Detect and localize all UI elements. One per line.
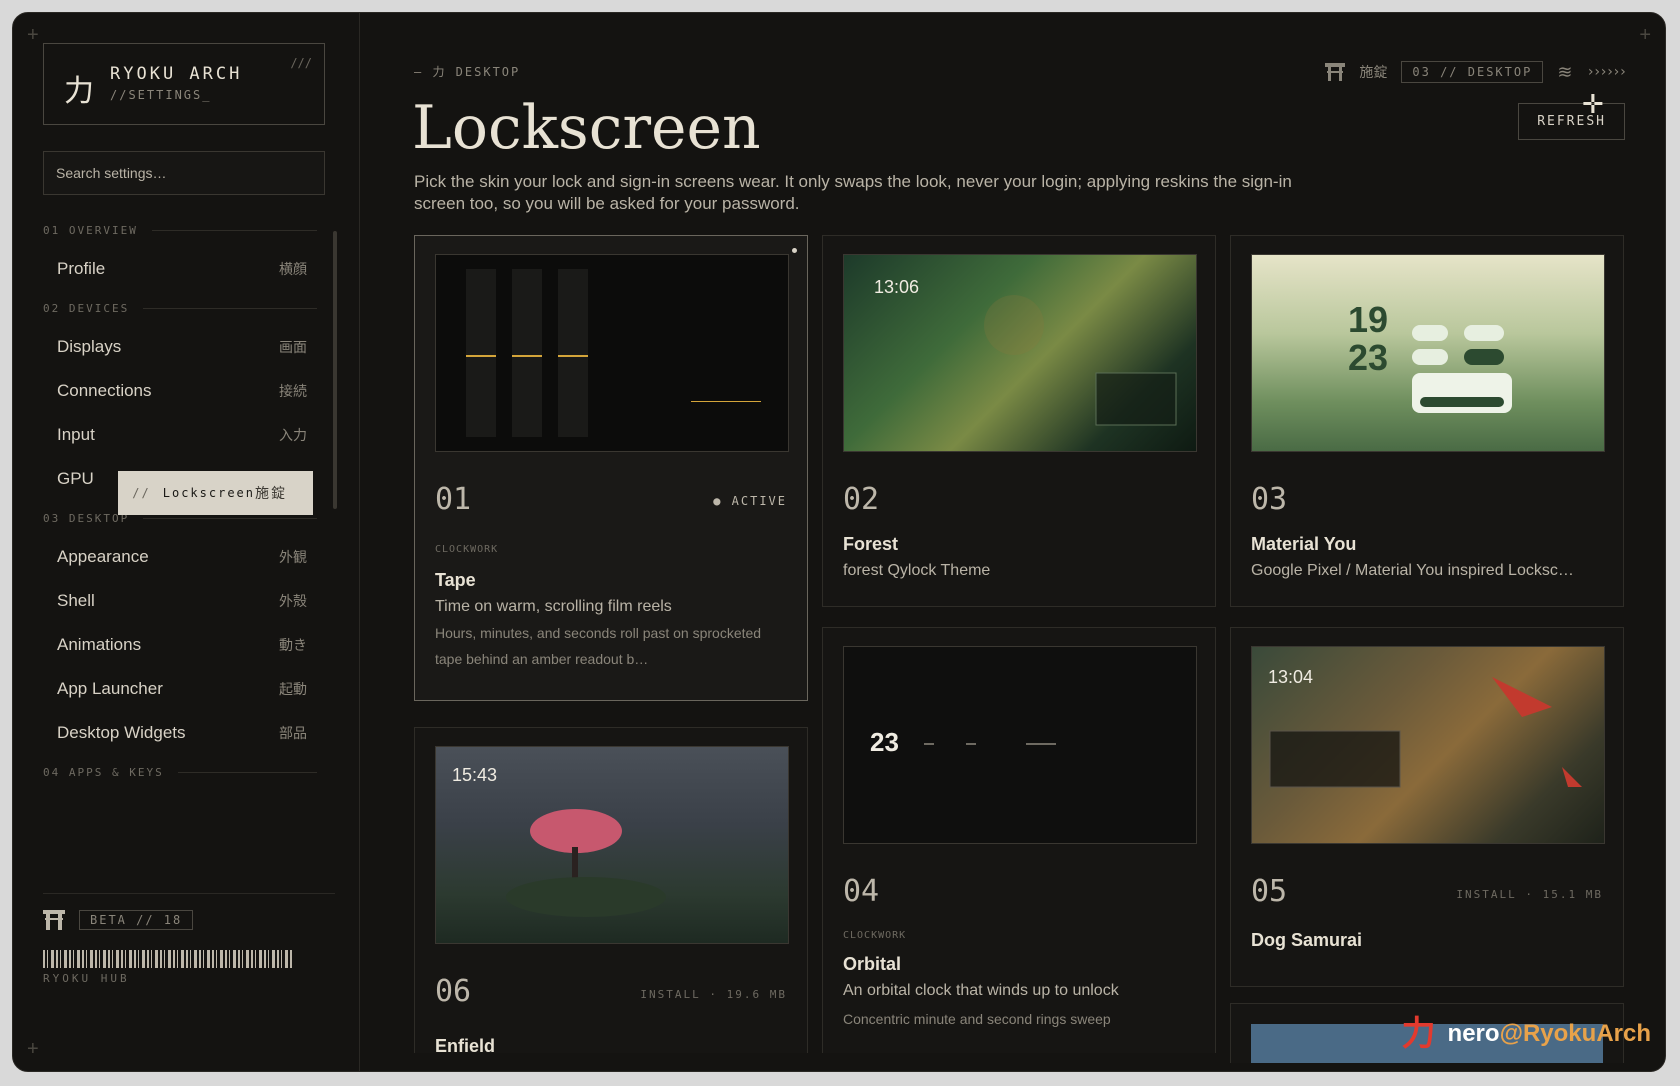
section-apps-keys: 04 APPS & KEYS bbox=[43, 755, 333, 789]
settings-window: + + + 力 RYOKU ARCH //SETTINGS_ /// 01 OV… bbox=[12, 12, 1666, 1072]
enfield-preview-graphic bbox=[506, 809, 666, 917]
skin-preview: 23 bbox=[843, 646, 1197, 844]
skin-subtitle: forest Qylock Theme bbox=[843, 562, 991, 579]
skin-number: 05 bbox=[1251, 874, 1288, 909]
skin-card-material-you[interactable]: 19 23 03 Material You Google Pixel / Mat… bbox=[1230, 235, 1624, 607]
sidebar: 力 RYOKU ARCH //SETTINGS_ /// 01 OVERVIEW… bbox=[13, 13, 360, 1071]
barcode-graphic bbox=[43, 950, 293, 968]
skin-number: 06 bbox=[435, 974, 472, 1009]
section-chip: 03 // DESKTOP bbox=[1401, 61, 1544, 83]
brand-box: 力 RYOKU ARCH //SETTINGS_ /// bbox=[43, 43, 325, 125]
page-title: Lockscreen bbox=[412, 93, 761, 163]
user-watermark: 力 nero@RyokuArch bbox=[1401, 1015, 1651, 1053]
skin-preview: 15:43 bbox=[435, 746, 789, 944]
skin-card-forest[interactable]: 13:06 02 Forest forest Qylock Theme bbox=[822, 235, 1216, 607]
skin-subtitle: Time on warm, scrolling film reels bbox=[435, 598, 672, 615]
skin-number: 01 bbox=[435, 482, 472, 517]
sidebar-footer: BETA // 18 RYOKU HUB bbox=[43, 893, 335, 985]
skin-card-tape[interactable]: 01 ● ACTIVE CLOCKWORK Tape Time on warm,… bbox=[414, 235, 808, 701]
skin-preview bbox=[435, 254, 789, 452]
tape-preview-graphic bbox=[466, 269, 761, 437]
nav-item-shell[interactable]: Shell 外殻 bbox=[43, 579, 333, 623]
skin-number: 03 bbox=[1251, 482, 1288, 517]
brand-glyph-icon: 力 bbox=[64, 75, 94, 108]
install-size[interactable]: INSTALL · 15.1 MB bbox=[1456, 888, 1603, 901]
section-devices: 02 DEVICES bbox=[43, 291, 333, 325]
skin-subtitle: Google Pixel / Material You inspired Loc… bbox=[1251, 562, 1574, 579]
hub-label: RYOKU HUB bbox=[43, 972, 130, 985]
skin-name: Orbital bbox=[843, 954, 902, 974]
skin-description: Hours, minutes, and seconds roll past on… bbox=[435, 625, 762, 667]
wave-icon: ≋ bbox=[1557, 61, 1573, 82]
nav-item-desktop-widgets[interactable]: Desktop Widgets 部品 bbox=[43, 711, 333, 755]
material-preview-graphic bbox=[1412, 325, 1512, 413]
cursor-crosshair-icon: ✛ bbox=[1582, 89, 1604, 119]
skin-number: 02 bbox=[843, 482, 880, 517]
selected-dot-icon bbox=[792, 248, 797, 253]
skin-preview: 13:06 bbox=[843, 254, 1197, 452]
top-status-bar: 施錠 03 // DESKTOP ≋ ›››››› bbox=[1325, 61, 1627, 83]
skin-name: Forest bbox=[843, 534, 899, 554]
arrows-indicator: ›››››› bbox=[1586, 64, 1627, 80]
samurai-preview-graphic bbox=[1269, 677, 1582, 788]
beta-badge: BETA // 18 bbox=[79, 910, 194, 930]
skin-preview: 13:04 bbox=[1251, 646, 1605, 844]
skin-card-orbital[interactable]: 23 04 CLOCKWORK Orbital An orbital clock… bbox=[822, 627, 1216, 1053]
skin-card-dog-samurai[interactable]: 13:04 05 INSTALL · 15.1 MB Dog Samurai bbox=[1230, 627, 1624, 987]
skin-card-enfield[interactable]: 15:43 06 INSTALL · 19.6 MB Enfield bbox=[414, 727, 808, 1053]
nav-item-appearance[interactable]: Appearance 外観 bbox=[43, 535, 333, 579]
forest-preview-graphic bbox=[984, 295, 1177, 426]
skin-name: Enfield bbox=[435, 1036, 496, 1053]
page-description: Pick the skin your lock and sign-in scre… bbox=[414, 172, 1292, 213]
settings-nav: 01 OVERVIEW Profile 横顔 02 DEVICES Display… bbox=[43, 213, 333, 789]
active-dot-icon: ● bbox=[713, 494, 732, 508]
brand-name: RYOKU ARCH bbox=[110, 64, 243, 84]
nav-item-displays[interactable]: Displays 画面 bbox=[43, 325, 333, 369]
skin-category: CLOCKWORK bbox=[435, 544, 499, 555]
torii-icon bbox=[1325, 63, 1346, 81]
skin-number: 04 bbox=[843, 874, 880, 909]
refresh-button[interactable]: REFRESH bbox=[1518, 103, 1625, 140]
skin-description: Concentric minute and second rings sweep bbox=[843, 1011, 1111, 1027]
skin-subtitle: An orbital clock that winds up to unlock bbox=[843, 982, 1119, 999]
brand-slashes: /// bbox=[290, 56, 312, 70]
skin-category: CLOCKWORK bbox=[843, 930, 907, 941]
nav-item-animations[interactable]: Animations 動き bbox=[43, 623, 333, 667]
search-input[interactable] bbox=[43, 151, 325, 195]
section-overview: 01 OVERVIEW bbox=[43, 213, 333, 247]
skin-preview: 19 23 bbox=[1251, 254, 1605, 452]
main-panel: — 力 DESKTOP Lockscreen Pick the skin you… bbox=[360, 13, 1665, 1071]
sidebar-scrollbar[interactable] bbox=[333, 231, 337, 509]
install-size[interactable]: INSTALL · 19.6 MB bbox=[640, 988, 787, 1001]
breadcrumb: — 力 DESKTOP bbox=[414, 65, 521, 79]
torii-icon bbox=[43, 910, 65, 930]
skin-name: Material You bbox=[1251, 534, 1357, 554]
watermark-glyph-icon: 力 bbox=[1401, 1015, 1436, 1053]
top-jp-label: 施錠 bbox=[1359, 64, 1388, 80]
nav-item-connections[interactable]: Connections 接続 bbox=[43, 369, 333, 413]
nav-item-profile[interactable]: Profile 横顔 bbox=[43, 247, 333, 291]
active-badge: ● ACTIVE bbox=[713, 494, 787, 508]
nav-item-input[interactable]: Input 入力 bbox=[43, 413, 333, 457]
nav-item-app-launcher[interactable]: App Launcher 起動 bbox=[43, 667, 333, 711]
skin-name: Dog Samurai bbox=[1251, 930, 1363, 950]
nav-item-lockscreen[interactable]: //Lockscreen 施錠 bbox=[118, 471, 313, 515]
skin-name: Tape bbox=[435, 570, 476, 590]
orbital-preview-graphic bbox=[924, 743, 1056, 745]
brand-subtitle: //SETTINGS_ bbox=[110, 88, 212, 102]
